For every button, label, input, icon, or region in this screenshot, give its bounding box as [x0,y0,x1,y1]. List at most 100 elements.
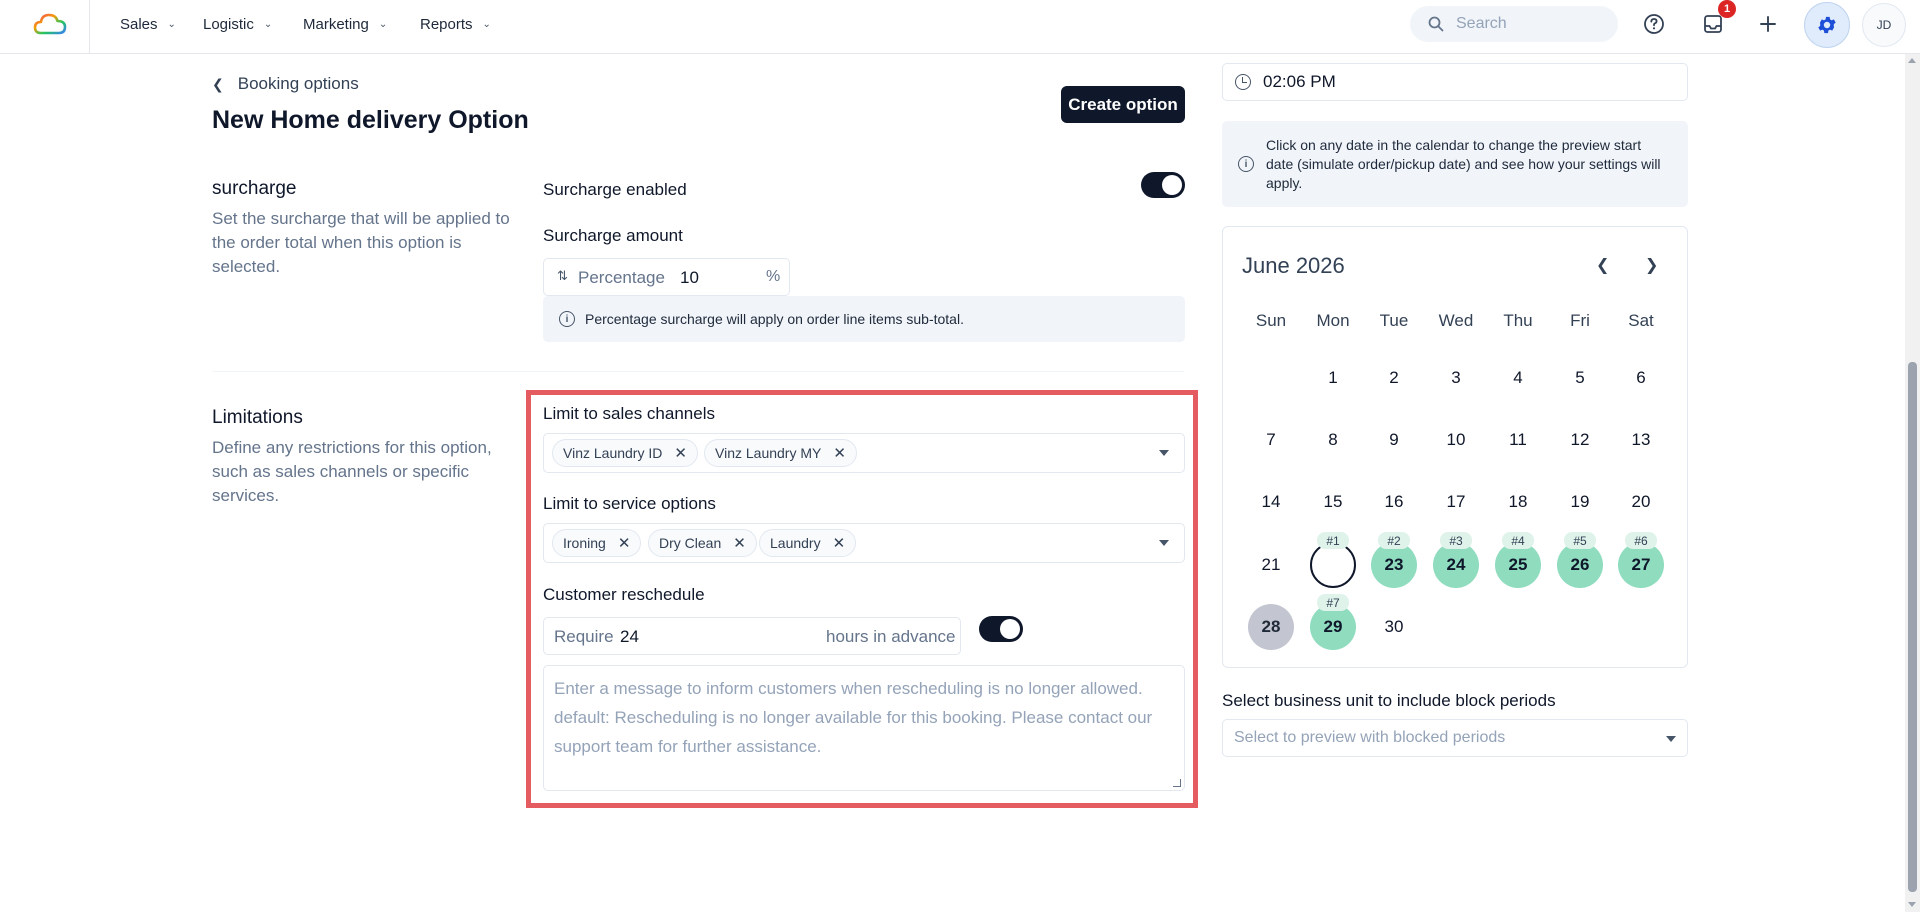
dropdown-caret-icon[interactable] [1159,450,1169,456]
business-unit-placeholder: Select to preview with blocked periods [1234,729,1506,746]
sequence-badge: #1 [1317,532,1349,549]
nav-sales[interactable]: Sales ⌄ [120,0,176,48]
sales-channels-label: Limit to sales channels [543,404,715,423]
clock-icon [1235,74,1251,90]
info-icon: i [559,311,575,327]
calendar-day[interactable]: 18 [1495,479,1541,525]
calendar-day[interactable]: 15 [1310,479,1356,525]
calendar-day[interactable]: 1 [1310,355,1356,401]
limitations-section-title: Limitations [212,407,303,428]
chevron-left-icon: ❮ [212,75,224,92]
user-avatar[interactable]: JD [1862,3,1906,47]
nav-marketing-label: Marketing [303,15,369,33]
swap-arrows-icon[interactable]: ⇅ [557,268,568,284]
calendar-day[interactable]: 10 [1433,417,1479,463]
calendar-day[interactable]: 7 [1248,417,1294,463]
nav-logistic[interactable]: Logistic ⌄ [203,0,272,48]
service-option-chip: Ironing ✕ [552,529,642,557]
next-month-button[interactable]: ❯ [1645,255,1658,275]
calendar-day[interactable]: 3 [1433,355,1479,401]
surcharge-info-box: i Percentage surcharge will apply on ord… [543,296,1185,342]
sequence-badge: #5 [1564,532,1596,549]
weekday-header: Mon [1316,311,1350,330]
help-icon [1644,14,1664,34]
previous-month-button[interactable]: ❮ [1596,255,1609,275]
sales-channel-chip: Vinz Laundry ID ✕ [552,439,698,467]
nav-marketing[interactable]: Marketing ⌄ [303,0,387,48]
reschedule-message-placeholder: Enter a message to inform customers when… [554,679,1153,756]
chevron-down-icon: ⌄ [482,18,491,30]
calendar-day[interactable]: 19 [1557,479,1603,525]
calendar-day[interactable]: 30 [1371,604,1417,650]
scrollbar-thumb[interactable] [1908,362,1917,892]
calendar-day[interactable]: 2 [1371,355,1417,401]
preview-time-value: 02:06 PM [1263,72,1336,91]
calendar-day[interactable]: 14 [1248,479,1294,525]
weekday-header: Wed [1438,311,1474,330]
reschedule-hours-input[interactable]: 24 [620,627,770,647]
scroll-up-icon[interactable] [1908,58,1916,63]
customer-reschedule-label: Customer reschedule [543,585,705,604]
dropdown-caret-icon[interactable] [1159,540,1169,546]
calendar-day[interactable]: 8 [1310,417,1356,463]
service-option-chip: Dry Clean ✕ [648,529,757,557]
remove-chip-icon[interactable]: ✕ [618,534,631,552]
business-unit-select[interactable]: Select to preview with blocked periods [1222,719,1688,757]
remove-chip-icon[interactable]: ✕ [833,534,846,552]
sequence-badge: #6 [1625,532,1657,549]
surcharge-info-text: Percentage surcharge will apply on order… [585,311,964,327]
calendar-day[interactable]: 17 [1433,479,1479,525]
service-option-chip: Laundry ✕ [759,529,857,557]
preview-info-text: Click on any date in the calendar to cha… [1266,136,1661,191]
back-link[interactable]: ❮ Booking options [212,74,359,94]
notification-badge: 1 [1718,0,1736,18]
chevron-down-icon: ⌄ [263,18,273,30]
page-title: New Home delivery Option [212,106,529,134]
sequence-badge: #4 [1502,532,1534,549]
calendar-day[interactable]: 12 [1557,417,1603,463]
calendar-day[interactable]: 4 [1495,355,1541,401]
remove-chip-icon[interactable]: ✕ [674,444,687,462]
calendar-day[interactable]: 16 [1371,479,1417,525]
back-link-label: Booking options [237,74,359,93]
help-button[interactable] [1638,8,1670,40]
resize-handle-icon[interactable] [1173,779,1181,787]
surcharge-type-selector[interactable]: Percentage [578,268,665,288]
sequence-badge: #2 [1378,532,1410,549]
reschedule-message-textarea[interactable]: Enter a message to inform customers when… [543,665,1185,791]
sales-channel-chip: Vinz Laundry MY ✕ [704,439,857,467]
nav-reports[interactable]: Reports ⌄ [420,0,491,48]
app-logo-icon[interactable] [32,9,68,39]
reschedule-toggle[interactable] [979,616,1023,642]
toggle-knob [1162,175,1182,195]
scroll-down-icon[interactable] [1908,902,1916,907]
remove-chip-icon[interactable]: ✕ [833,444,846,462]
calendar-day[interactable]: 13 [1618,417,1664,463]
add-button[interactable] [1752,8,1784,40]
page-scrollbar[interactable] [1905,54,1920,912]
surcharge-amount-field: ⇅ Percentage 10 % [543,258,790,296]
chip-label: Vinz Laundry MY [715,445,822,461]
inbox-icon [1704,15,1722,33]
preview-time-field[interactable]: 02:06 PM [1222,63,1688,101]
remove-chip-icon[interactable]: ✕ [733,534,746,552]
create-option-button[interactable]: Create option [1061,86,1185,123]
nav-logistic-label: Logistic [203,15,254,33]
sequence-badge: #7 [1317,594,1349,611]
weekday-header: Sun [1255,311,1287,330]
surcharge-amount-input[interactable]: 10 [680,268,760,288]
search-input[interactable]: Search [1410,6,1618,42]
calendar-day[interactable]: 21 [1248,542,1294,588]
surcharge-section-description: Set the surcharge that will be applied t… [212,209,510,276]
calendar-day[interactable]: 9 [1371,417,1417,463]
settings-button[interactable] [1804,2,1850,48]
require-prefix: Require [554,627,614,646]
chip-label: Vinz Laundry ID [563,445,663,461]
surcharge-enabled-toggle[interactable] [1141,172,1185,198]
chevron-down-icon: ⌄ [378,18,388,30]
calendar-day[interactable]: 11 [1495,417,1541,463]
calendar-day[interactable]: 20 [1618,479,1664,525]
calendar-day[interactable]: 5 [1557,355,1603,401]
calendar-day[interactable]: 6 [1618,355,1664,401]
calendar-day[interactable]: 28 [1248,604,1294,650]
